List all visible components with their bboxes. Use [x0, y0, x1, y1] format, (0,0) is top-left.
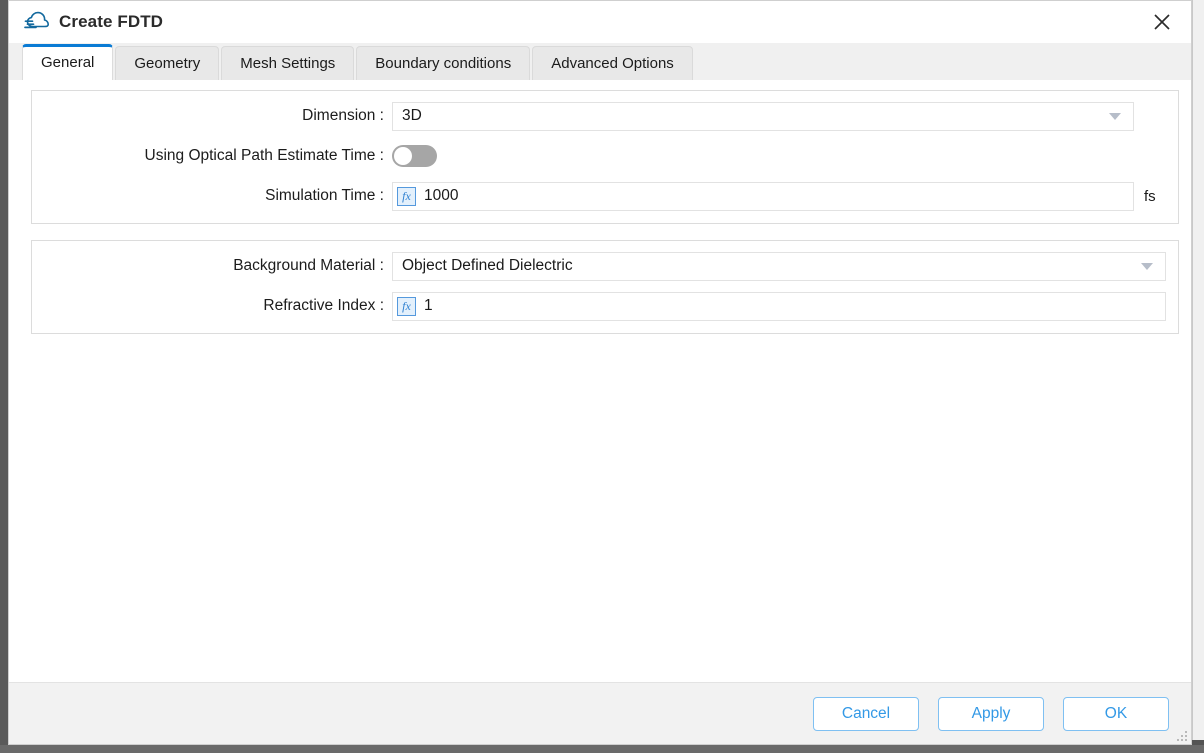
tab-general[interactable]: General	[22, 44, 114, 80]
tab-general-label: General	[41, 54, 95, 71]
cancel-button[interactable]: Cancel	[813, 696, 919, 731]
apply-button[interactable]: Apply	[938, 696, 1044, 731]
apply-button-label: Apply	[971, 704, 1011, 722]
refractive-index-label: Refractive Index :	[263, 297, 384, 314]
tab-advanced-options[interactable]: Advanced Options	[532, 46, 693, 80]
dimension-select[interactable]: 3D	[392, 101, 1134, 131]
dimension-value: 3D	[402, 107, 422, 124]
tab-mesh-settings[interactable]: Mesh Settings	[221, 46, 355, 80]
chevron-down-icon	[1141, 262, 1153, 270]
dimension-label: Dimension :	[302, 107, 384, 124]
simulation-time-label: Simulation Time :	[265, 187, 384, 204]
simulation-time-unit: fs	[1144, 187, 1156, 205]
create-fdtd-dialog: Create FDTD General Geometry Mesh Settin…	[8, 0, 1192, 745]
using-optical-path-estimate-time-toggle[interactable]	[392, 145, 437, 167]
tab-boundary-conditions[interactable]: Boundary conditions	[356, 46, 531, 80]
simulation-time-input[interactable]: fx 1000	[392, 181, 1134, 211]
cloud-icon	[23, 9, 53, 35]
ok-button[interactable]: OK	[1063, 696, 1169, 731]
simulation-time-value: 1000	[424, 187, 459, 204]
dialog-footer: Cancel Apply OK	[9, 682, 1191, 744]
row-simulation-time: Simulation Time : fx 1000 fs	[42, 181, 1166, 211]
row-dimension: Dimension : 3D	[42, 101, 1166, 131]
background-window-right-panel	[1192, 0, 1204, 740]
ok-button-label: OK	[1104, 704, 1128, 722]
refractive-index-value: 1	[424, 297, 433, 314]
row-refractive-index: Refractive Index : fx 1	[42, 291, 1166, 321]
background-window-bottom-strip	[0, 745, 1204, 753]
tab-geometry-label: Geometry	[134, 55, 201, 72]
row-background-material: Background Material : Object Defined Die…	[42, 251, 1166, 281]
resize-grip[interactable]	[1173, 727, 1187, 741]
close-icon[interactable]	[1141, 4, 1183, 40]
cancel-button-label: Cancel	[841, 704, 891, 722]
refractive-index-input[interactable]: fx 1	[392, 291, 1166, 321]
tab-strip: General Geometry Mesh Settings Boundary …	[9, 43, 1191, 80]
background-material-value: Object Defined Dielectric	[402, 257, 573, 274]
tab-geometry[interactable]: Geometry	[115, 46, 220, 80]
background-material-label: Background Material :	[233, 257, 384, 274]
tab-content-general: Dimension : 3D Using Optical Path Estima…	[9, 80, 1191, 682]
tab-mesh-settings-label: Mesh Settings	[240, 55, 336, 72]
row-using-optical-path-estimate-time: Using Optical Path Estimate Time :	[42, 141, 1166, 171]
tab-advanced-options-label: Advanced Options	[551, 55, 674, 72]
simulation-settings-group: Dimension : 3D Using Optical Path Estima…	[31, 90, 1179, 224]
background-material-select[interactable]: Object Defined Dielectric	[392, 251, 1166, 281]
fx-icon[interactable]: fx	[397, 296, 416, 316]
chevron-down-icon	[1109, 112, 1121, 120]
using-optical-path-estimate-time-label: Using Optical Path Estimate Time :	[144, 147, 384, 164]
toggle-knob	[394, 147, 412, 165]
fx-icon[interactable]: fx	[397, 186, 416, 206]
dialog-title: Create FDTD	[59, 12, 164, 31]
background-window-left-strip	[0, 0, 8, 753]
tab-boundary-conditions-label: Boundary conditions	[375, 55, 512, 72]
dialog-titlebar: Create FDTD	[9, 1, 1191, 43]
background-material-group: Background Material : Object Defined Die…	[31, 240, 1179, 334]
